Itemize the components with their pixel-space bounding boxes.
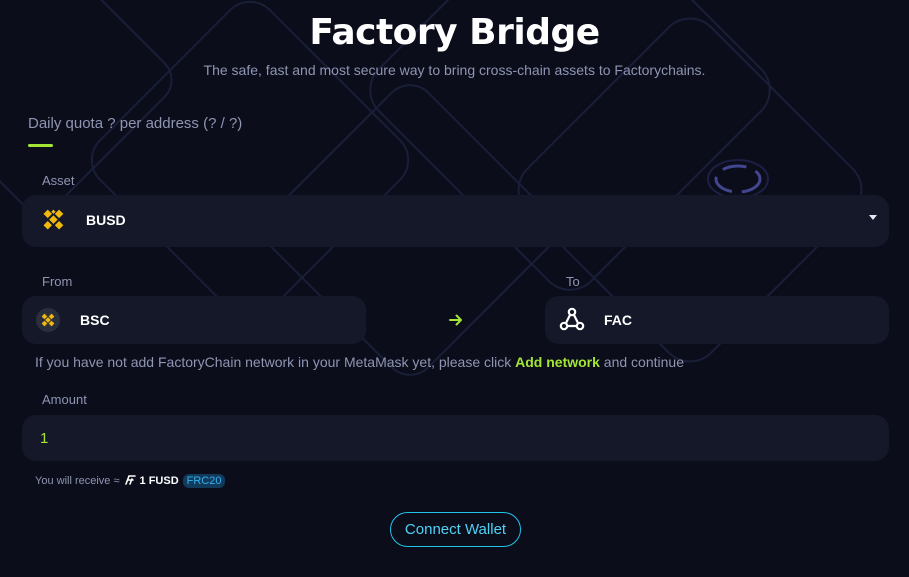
- amount-input[interactable]: [40, 427, 860, 449]
- asset-label: Asset: [42, 173, 75, 188]
- page-subtitle: The safe, fast and most secure way to br…: [203, 62, 706, 78]
- receive-info: You will receive ≈ 1 FUSD FRC20: [35, 474, 226, 488]
- fusd-icon: [124, 474, 136, 488]
- page-title: Factory Bridge: [309, 12, 600, 53]
- amount-label: Amount: [42, 392, 87, 407]
- receive-prefix: You will receive ≈: [35, 475, 120, 487]
- from-network-select[interactable]: BSC: [22, 296, 366, 344]
- notice-text-after: and continue: [603, 354, 684, 370]
- to-value: FAC: [604, 312, 632, 328]
- chevron-down-icon[interactable]: [869, 215, 877, 220]
- notice-text-before: If you have not add FactoryChain network…: [35, 354, 512, 370]
- bsc-icon: [35, 307, 61, 333]
- asset-value: BUSD: [86, 212, 126, 228]
- tab-underline: [28, 144, 53, 147]
- arrow-right-icon[interactable]: [448, 313, 464, 327]
- add-network-link[interactable]: Add network: [515, 354, 600, 370]
- asset-select[interactable]: BUSD: [22, 195, 889, 247]
- fac-icon: [559, 307, 585, 333]
- receive-amount: 1 FUSD: [139, 475, 179, 487]
- amount-field[interactable]: [22, 415, 889, 461]
- token-standard-badge: FRC20: [182, 474, 226, 488]
- from-label: From: [42, 274, 73, 289]
- busd-icon: [36, 205, 68, 237]
- to-network-select[interactable]: FAC: [545, 296, 889, 344]
- connect-wallet-button[interactable]: Connect Wallet: [390, 512, 521, 547]
- add-network-notice: If you have not add FactoryChain network…: [35, 354, 684, 370]
- daily-quota-tab[interactable]: Daily quota ? per address (? / ?): [28, 115, 242, 132]
- from-value: BSC: [80, 312, 110, 328]
- to-label: To: [566, 274, 580, 289]
- background-pattern: [0, 0, 863, 376]
